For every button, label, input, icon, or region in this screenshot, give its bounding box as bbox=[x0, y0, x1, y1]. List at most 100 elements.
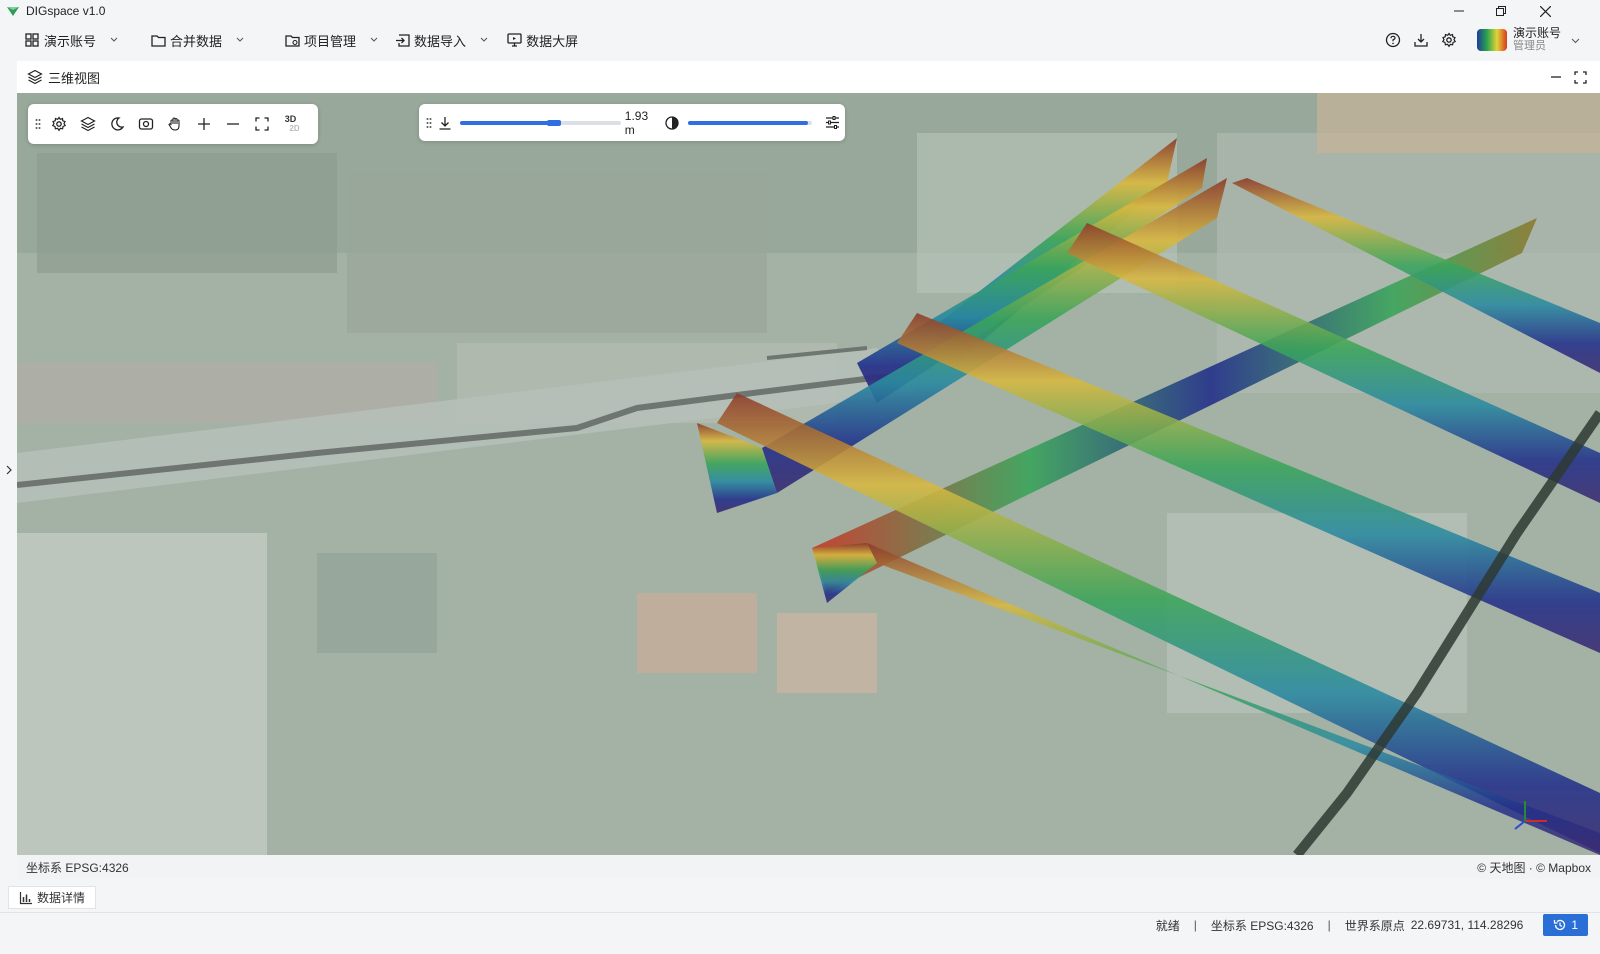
avatar bbox=[1476, 29, 1507, 51]
status-origin-value: 22.69731, 114.28296 bbox=[1410, 918, 1524, 932]
history-badge[interactable]: 1 bbox=[1543, 914, 1588, 936]
minus-icon bbox=[226, 123, 239, 125]
map-attribution: © 天地图 · © Mapbox bbox=[1477, 860, 1591, 875]
menu-data-import-label: 数据导入 bbox=[414, 33, 467, 49]
header-tools: 演示账号 管理员 bbox=[1379, 22, 1600, 58]
app-logo-icon bbox=[6, 4, 20, 18]
arrow-down-icon bbox=[439, 116, 451, 130]
opacity-slider-fill bbox=[687, 120, 809, 125]
adjust-settings-button[interactable] bbox=[820, 108, 845, 138]
menu-merge-data[interactable]: 合并数据 bbox=[144, 26, 252, 54]
user-name: 演示账号 bbox=[1512, 26, 1561, 40]
panel-fullscreen-button[interactable] bbox=[1568, 65, 1592, 89]
map-crs-label: 坐标系 EPSG:4326 bbox=[26, 860, 129, 875]
chevron-down-icon bbox=[110, 35, 120, 45]
history-icon bbox=[1553, 918, 1567, 932]
minimize-button[interactable] bbox=[1438, 0, 1480, 22]
settings-button[interactable] bbox=[1435, 26, 1463, 54]
minimize-icon bbox=[1454, 10, 1464, 12]
title-bar: DIGspace v1.0 bbox=[0, 0, 1600, 22]
window-title: DIGspace v1.0 bbox=[26, 4, 106, 18]
sliders-icon bbox=[825, 116, 839, 129]
zoom-in-button[interactable] bbox=[189, 109, 218, 139]
mode-3d-label: 3D bbox=[284, 114, 297, 124]
camera-icon bbox=[138, 118, 153, 130]
menu-data-dashboard[interactable]: 数据大屏 bbox=[500, 26, 584, 54]
restore-icon bbox=[1496, 6, 1506, 16]
depth-slider[interactable] bbox=[459, 119, 621, 126]
status-separator: | bbox=[1193, 918, 1197, 932]
chevron-down-icon bbox=[480, 35, 490, 45]
chevron-down-icon bbox=[1571, 31, 1580, 49]
status-bar: 就绪 | 坐标系 EPSG:4326 | 世界系原点 22.69731, 114… bbox=[0, 914, 1600, 936]
layers-icon bbox=[79, 116, 96, 132]
fullscreen-icon bbox=[1573, 70, 1587, 84]
minimize-icon bbox=[1551, 76, 1561, 78]
fullscreen-icon bbox=[254, 117, 269, 131]
panel-header: 三维视图 bbox=[17, 61, 1600, 93]
folder-icon bbox=[150, 32, 166, 48]
map-scene bbox=[17, 93, 1600, 855]
bar-chart-icon bbox=[19, 891, 33, 905]
status-origin-label: 世界系原点 bbox=[1344, 918, 1405, 933]
opacity-slider[interactable] bbox=[687, 120, 812, 125]
user-menu[interactable]: 演示账号 管理员 bbox=[1476, 26, 1580, 53]
layers-icon bbox=[27, 69, 43, 85]
menu-merge-data-label: 合并数据 bbox=[170, 33, 223, 49]
depth-down-button[interactable] bbox=[435, 108, 456, 138]
plus-icon bbox=[197, 118, 210, 130]
map-viewport[interactable] bbox=[17, 93, 1600, 855]
menu-project-management[interactable]: 项目管理 bbox=[278, 26, 386, 54]
depth-slider-fill bbox=[459, 120, 562, 125]
menu-data-import[interactable]: 数据导入 bbox=[388, 26, 496, 54]
gear-icon bbox=[51, 116, 66, 132]
restore-button[interactable] bbox=[1480, 0, 1522, 22]
menu-data-dashboard-label: 数据大屏 bbox=[526, 33, 579, 49]
monitor-icon bbox=[506, 32, 522, 48]
depth-slider-handle[interactable] bbox=[547, 119, 562, 126]
status-separator: | bbox=[1327, 918, 1331, 932]
opacity-icon bbox=[664, 115, 680, 131]
sidebar-expand-button[interactable] bbox=[0, 61, 17, 879]
mode-2d-label: 2D bbox=[289, 124, 300, 133]
menu-account[interactable]: 演示账号 bbox=[18, 26, 126, 54]
bottom-tabbar: 数据详情 bbox=[0, 879, 1600, 913]
help-icon bbox=[1385, 32, 1401, 48]
import-icon bbox=[394, 32, 410, 48]
fullscreen-button[interactable] bbox=[247, 109, 276, 139]
gear-icon bbox=[1441, 32, 1457, 48]
screenshot-button[interactable] bbox=[131, 109, 160, 139]
download-icon bbox=[1414, 34, 1428, 47]
tab-data-details[interactable]: 数据详情 bbox=[8, 886, 97, 909]
panel-minimize-button[interactable] bbox=[1544, 65, 1568, 89]
hand-icon bbox=[167, 117, 180, 131]
drag-handle-icon[interactable] bbox=[32, 109, 44, 139]
drag-handle-icon[interactable] bbox=[423, 108, 435, 138]
grid-icon bbox=[24, 32, 40, 48]
map-toolbar: 3D 2D bbox=[28, 104, 318, 144]
help-button[interactable] bbox=[1379, 26, 1407, 54]
zoom-out-button[interactable] bbox=[218, 109, 247, 139]
menu-account-label: 演示账号 bbox=[44, 33, 97, 49]
pan-button[interactable] bbox=[160, 109, 189, 139]
map-settings-button[interactable] bbox=[44, 109, 73, 139]
night-mode-button[interactable] bbox=[102, 109, 131, 139]
chevron-right-icon bbox=[6, 465, 12, 475]
menu-project-management-label: 项目管理 bbox=[304, 33, 357, 49]
status-state: 就绪 bbox=[1155, 918, 1180, 933]
close-icon bbox=[1539, 5, 1551, 17]
close-button[interactable] bbox=[1524, 0, 1566, 22]
history-count: 1 bbox=[1571, 918, 1578, 932]
view-mode-toggle[interactable]: 3D 2D bbox=[276, 109, 305, 139]
layers-button[interactable] bbox=[73, 109, 102, 139]
status-crs: 坐标系 EPSG:4326 bbox=[1210, 918, 1314, 933]
depth-value: 1.93 m bbox=[624, 108, 649, 137]
panel-title: 三维视图 bbox=[48, 70, 101, 86]
main-menu: 演示账号 合并数据 项目管理 数据导入 数据大屏 bbox=[0, 22, 1600, 58]
depth-toolbar: 1.93 m bbox=[419, 104, 845, 141]
tab-data-details-label: 数据详情 bbox=[37, 891, 86, 905]
folder-settings-icon bbox=[284, 32, 300, 48]
map-footer: 坐标系 EPSG:4326 © 天地图 · © Mapbox bbox=[17, 855, 1600, 879]
download-button[interactable] bbox=[1407, 26, 1435, 54]
chevron-down-icon bbox=[370, 35, 380, 45]
